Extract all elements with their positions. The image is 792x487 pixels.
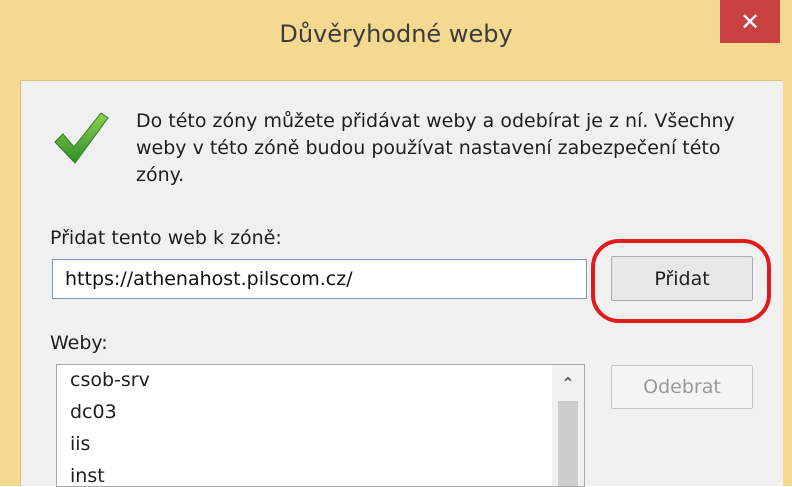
checkmark-icon bbox=[54, 112, 109, 164]
description-line: zóny. bbox=[136, 164, 185, 186]
chevron-up-icon: ⌃ bbox=[561, 373, 575, 393]
close-button[interactable]: ✕ bbox=[720, 0, 780, 43]
window-title: Důvěryhodné weby bbox=[279, 20, 513, 48]
close-icon: ✕ bbox=[739, 7, 761, 36]
scroll-up-button[interactable]: ⌃ bbox=[552, 365, 584, 401]
zone-description: Do této zóny můžete přidávat weby a odeb… bbox=[136, 108, 756, 189]
list-scrollbar[interactable]: ⌃ bbox=[552, 365, 584, 486]
add-button[interactable]: Přidat bbox=[611, 256, 753, 301]
list-item[interactable]: dc03 bbox=[70, 401, 117, 423]
description-line: weby v této zóně budou používat nastaven… bbox=[136, 137, 721, 159]
url-input[interactable] bbox=[52, 259, 587, 299]
sites-label: Weby: bbox=[50, 332, 108, 354]
scroll-thumb[interactable] bbox=[558, 401, 578, 486]
dialog-window: Důvěryhodné weby ✕ Do této zóny můžete p… bbox=[0, 0, 792, 487]
add-site-label: Přidat tento web k zóně: bbox=[50, 227, 282, 249]
description-line: Do této zóny můžete přidávat weby a odeb… bbox=[136, 110, 735, 132]
dialog-content: Do této zóny můžete přidávat weby a odeb… bbox=[20, 80, 783, 487]
remove-button[interactable]: Odebrat bbox=[611, 365, 753, 409]
list-item[interactable]: iis bbox=[70, 433, 90, 455]
list-item[interactable]: csob-srv bbox=[70, 369, 150, 391]
list-item[interactable]: inst bbox=[70, 465, 105, 486]
title-bar[interactable]: Důvěryhodné weby ✕ bbox=[0, 0, 792, 80]
sites-list[interactable]: csob-srv dc03 iis inst ⌃ bbox=[56, 364, 585, 487]
